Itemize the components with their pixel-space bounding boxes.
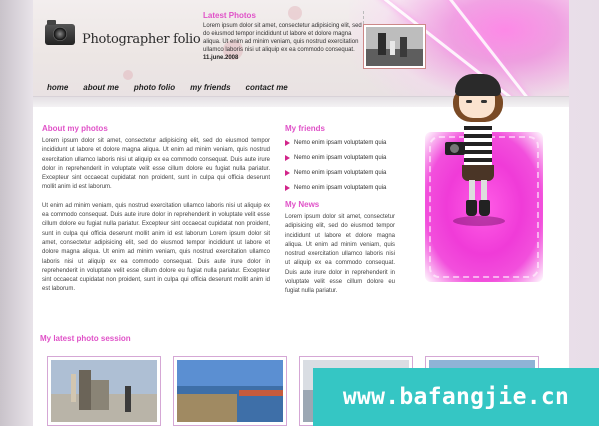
- camera-icon: [45, 20, 75, 45]
- about-paragraph: Lorem ipsum dolor sit amet, consectetur …: [42, 138, 270, 191]
- about-section: About my photos Lorem ipsum dolor sit am…: [42, 124, 270, 295]
- news-text: Lorem ipsum dolor sit amet, consectetur …: [285, 214, 395, 295]
- photo-session-title: My latest photo session: [40, 334, 131, 343]
- about-title: About my photos: [42, 124, 108, 133]
- about-paragraph: Ut enim ad minim veniam, quis nostrud ex…: [42, 202, 270, 293]
- friends-list: Nemo enim ipsam voluptatem quia Nemo eni…: [285, 139, 395, 199]
- nav-photo-folio[interactable]: photo folio: [134, 83, 175, 92]
- gallery-photo[interactable]: [47, 356, 161, 426]
- photo-image: [177, 360, 283, 422]
- latest-photos-title: Latest Photos: [203, 11, 256, 20]
- friends-title: My friends: [285, 124, 326, 133]
- photo-image: [366, 27, 423, 66]
- latest-photos-date: 11.june.2008: [203, 55, 239, 61]
- photographer-girl-illustration: [445, 70, 519, 240]
- main-nav: home about me photo folio my friends con…: [47, 83, 301, 92]
- nav-home[interactable]: home: [47, 83, 68, 92]
- decor-splat: [123, 70, 133, 80]
- arrow-right-icon: [285, 170, 290, 176]
- news-title: My News: [285, 200, 320, 209]
- friend-item[interactable]: Nemo enim ipsam voluptatem quia: [285, 154, 395, 169]
- latest-photos-text: Lorem ipsum dolor sit amet, consectetur …: [203, 23, 362, 53]
- watermark-banner: www.bafangjie.cn: [313, 368, 599, 426]
- logo-text: Photographer folio: [82, 32, 201, 47]
- nav-my-friends[interactable]: my friends: [190, 83, 230, 92]
- friends-section: My friends Nemo enim ipsam voluptatem qu…: [285, 124, 395, 199]
- friend-item[interactable]: Nemo enim ipsam voluptatem quia: [285, 139, 395, 154]
- hero-illustration: [419, 70, 549, 285]
- friend-item[interactable]: Nemo enim ipsam voluptatem quia: [285, 184, 395, 199]
- arrow-right-icon: [285, 185, 290, 191]
- friend-link[interactable]: Nemo enim ipsam voluptatem quia: [294, 155, 386, 161]
- arrow-right-icon: [285, 155, 290, 161]
- nav-contact-me[interactable]: contact me: [246, 83, 288, 92]
- friend-link[interactable]: Nemo enim ipsam voluptatem quia: [294, 140, 386, 146]
- gallery-photo[interactable]: [173, 356, 287, 426]
- photo-session-heading: My latest photo session: [40, 334, 131, 343]
- news-section: My News Lorem ipsum dolor sit amet, cons…: [285, 200, 395, 297]
- friend-item[interactable]: Nemo enim ipsam voluptatem quia: [285, 169, 395, 184]
- friend-link[interactable]: Nemo enim ipsam voluptatem quia: [294, 170, 386, 176]
- arrow-right-icon: [285, 140, 290, 146]
- friend-link[interactable]: Nemo enim ipsam voluptatem quia: [294, 185, 386, 191]
- photo-image: [51, 360, 157, 422]
- latest-photo-thumbnail[interactable]: [363, 24, 426, 69]
- nav-about-me[interactable]: about me: [83, 83, 119, 92]
- page-container: Photographer folio Latest Photos Lorem i…: [33, 0, 569, 426]
- camera-icon: [445, 142, 465, 155]
- latest-photos-block: Latest Photos Lorem ipsum dolor sit amet…: [203, 11, 364, 69]
